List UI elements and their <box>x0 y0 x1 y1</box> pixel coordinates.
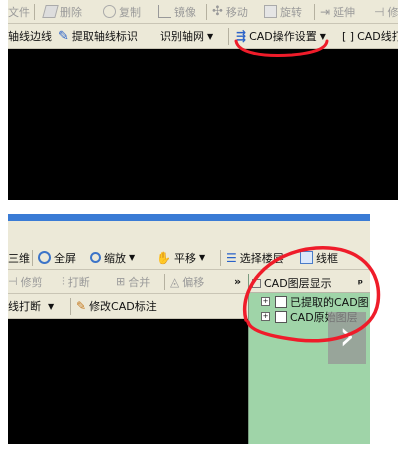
identify-axis-dropdown[interactable]: 识别轴网 ▼ <box>160 24 213 48</box>
axis-break-dropdown[interactable]: 线打断 ▼ <box>8 294 54 318</box>
extend-label: 延伸 <box>333 5 356 19</box>
toolbar-separator <box>206 4 207 20</box>
trim-icon: ⊣ <box>8 275 18 288</box>
merge-label: 合并 <box>128 275 151 289</box>
delete-label: 删除 <box>60 5 82 19</box>
red-highlight-underline <box>232 37 330 59</box>
break-label: 打断 <box>67 275 90 289</box>
extend-button[interactable]: ⇥ 延伸 <box>320 0 355 23</box>
cad-canvas[interactable] <box>8 319 248 444</box>
modify-cad-label: 修改CAD标注 <box>89 300 157 313</box>
chevron-down-icon: ▼ <box>129 253 136 262</box>
fullscreen-button[interactable]: 全屏 <box>38 246 76 269</box>
break-icon: ⫶ <box>62 274 65 288</box>
zoom-label: 缩放 <box>104 251 126 265</box>
delete-button[interactable]: 删除 <box>42 0 82 23</box>
chevron-down-icon: ▼ <box>198 253 206 262</box>
trim-button[interactable]: ⊣ 修剪 <box>8 270 43 293</box>
3d-view-button[interactable]: 三维 <box>8 246 30 269</box>
offset-icon: ◬ <box>170 274 180 289</box>
axis-edge-button[interactable]: 轴线边线 <box>8 24 52 48</box>
pan-dropdown[interactable]: ✋ 平移 ▼ <box>156 246 205 269</box>
offset-label: 偏移 <box>182 275 205 289</box>
cad-canvas[interactable] <box>8 49 398 200</box>
magnifier-icon <box>90 252 101 263</box>
rotate-icon <box>264 5 277 18</box>
red-highlight-circle <box>236 240 386 350</box>
red-scribble-icon <box>234 39 329 57</box>
top-axis-toolbar: 轴线边线 ✎ 提取轴线标识 识别轴网 ▼ ⇶ CAD操作设置 ▼ [ ] CAD… <box>8 24 398 49</box>
identify-axis-label: 识别轴网 <box>160 30 204 43</box>
zoom-dropdown[interactable]: 缩放 ▼ <box>90 246 135 269</box>
trim-icon: ⊣ <box>374 4 385 19</box>
hand-icon: ✋ <box>156 250 171 265</box>
top-panel: 文件 删除 复制 镜像 ✣ 移动 旋转 ⇥ 延伸 ⊣ 修 轴线边线 ✎ 提取轴线… <box>8 0 398 200</box>
move-icon: ✣ <box>212 4 223 19</box>
red-circle-icon <box>242 246 381 343</box>
edit-label-icon: ✎ <box>76 299 87 313</box>
top-edit-toolbar: 文件 删除 复制 镜像 ✣ 移动 旋转 ⇥ 延伸 ⊣ 修 <box>8 0 398 24</box>
pan-label: 平移 <box>173 251 196 265</box>
cad-print-checkbox: [ ] <box>342 29 355 43</box>
mirror-label: 镜像 <box>174 5 196 19</box>
modify-cad-label-button[interactable]: ✎ 修改CAD标注 <box>76 294 157 318</box>
toolbar-separator <box>32 250 33 266</box>
toolbar-separator <box>34 4 35 20</box>
rotate-button[interactable]: 旋转 <box>264 0 302 23</box>
toolbar-separator <box>228 28 229 45</box>
trim-label: 修剪 <box>20 275 43 289</box>
zoom-extents-icon <box>38 251 51 264</box>
toolbar-separator <box>70 298 71 315</box>
3d-view-label: 三维 <box>8 251 30 265</box>
axis-break-label: 线打断 <box>8 300 41 313</box>
toolbar-separator <box>164 274 165 290</box>
offset-button[interactable]: ◬ 偏移 <box>170 270 204 293</box>
axis-edge-label: 轴线边线 <box>8 30 52 43</box>
copy-icon <box>103 5 116 18</box>
copy-button[interactable]: 复制 <box>103 0 141 23</box>
break-button[interactable]: ⫶ 打断 <box>62 270 90 293</box>
extract-axis-label: 提取轴线标识 <box>71 30 138 43</box>
chevron-down-icon: ▼ <box>48 301 55 311</box>
file-tab[interactable]: 文件 <box>8 0 30 23</box>
trim-label: 修 <box>387 5 398 19</box>
merge-icon: ⊞ <box>116 275 126 288</box>
copy-label: 复制 <box>119 5 141 19</box>
mirror-icon <box>158 5 171 18</box>
eraser-icon <box>42 5 59 18</box>
rotate-label: 旋转 <box>280 5 302 19</box>
extend-icon: ⇥ <box>320 4 331 19</box>
fullscreen-label: 全屏 <box>54 251 76 265</box>
extract-axis-icon: ✎ <box>58 28 69 44</box>
mirror-button[interactable]: 镜像 <box>158 0 196 23</box>
chevron-down-icon: ▼ <box>207 31 214 41</box>
merge-button[interactable]: ⊞ 合并 <box>116 270 150 293</box>
toolbar-separator <box>314 4 315 20</box>
cad-print-button[interactable]: [ ] CAD线打 <box>342 24 398 48</box>
trim-button[interactable]: ⊣ 修 <box>374 0 398 23</box>
move-label: 移动 <box>225 5 248 19</box>
toolbar-separator <box>220 250 221 266</box>
cad-print-label: CAD线打 <box>357 30 398 43</box>
cad-label-toolbar: 线打断 ▼ ✎ 修改CAD标注 <box>8 294 248 319</box>
extract-axis-label-button[interactable]: ✎ 提取轴线标识 <box>58 24 138 48</box>
move-button[interactable]: ✣ 移动 <box>212 0 248 23</box>
file-tab-label: 文件 <box>8 5 30 19</box>
